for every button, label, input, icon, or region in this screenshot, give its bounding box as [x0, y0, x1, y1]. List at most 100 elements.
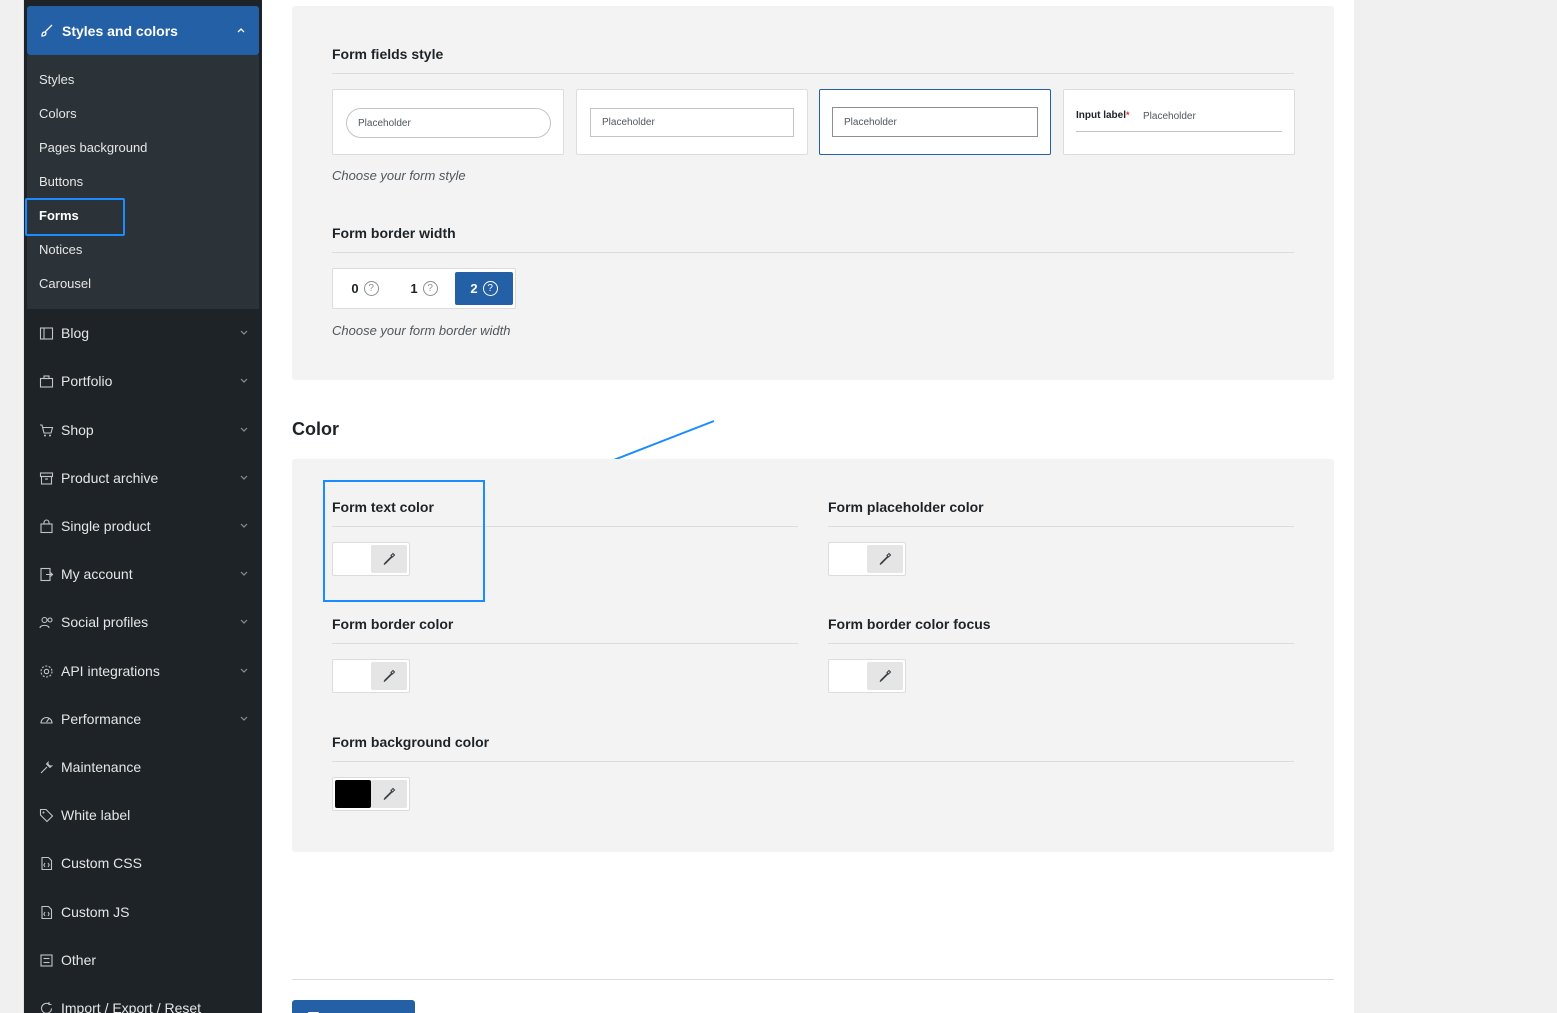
- sidebar-item-label: Performance: [61, 711, 142, 727]
- sidebar-item-other[interactable]: Other: [38, 948, 250, 972]
- people-icon: [38, 614, 54, 630]
- import-export-icon: [38, 1000, 54, 1013]
- underline: [1076, 131, 1282, 132]
- sidebar-item-label: Custom JS: [61, 904, 130, 920]
- sidebar-item-label: Shop: [61, 422, 94, 438]
- help-icon[interactable]: ?: [363, 281, 379, 296]
- form-placeholder-color-picker[interactable]: [828, 542, 906, 576]
- eyedropper-icon: [383, 669, 396, 682]
- border-width-option-0[interactable]: 0?: [337, 272, 393, 305]
- help-icon[interactable]: ?: [482, 281, 498, 296]
- chevron-down-icon: [240, 427, 248, 432]
- divider: [828, 526, 1294, 527]
- sidebar-item-shop[interactable]: Shop: [38, 418, 250, 442]
- sidebar-item-api-integrations[interactable]: API integrations: [38, 659, 250, 683]
- form-background-color-picker[interactable]: [332, 777, 410, 811]
- tag-icon: [38, 807, 54, 823]
- border-width-hint: Choose your form border width: [332, 323, 511, 338]
- css-file-icon: [38, 855, 54, 871]
- chevron-down-icon: [240, 571, 248, 576]
- bag-icon: [38, 518, 54, 534]
- sidebar-item-import-export-reset[interactable]: Import / Export / Reset: [38, 996, 250, 1013]
- sidebar-item-custom-js[interactable]: Custom JS: [38, 900, 250, 924]
- right-gutter: [1354, 0, 1557, 1013]
- sidebar-item-label: Import / Export / Reset: [61, 1000, 202, 1013]
- sidebar-item-label: Blog: [61, 325, 90, 341]
- placeholder-preview: Placeholder: [346, 108, 551, 138]
- chevron-up-icon: [237, 28, 245, 33]
- chevron-down-icon: [240, 619, 248, 624]
- form-style-option-boxed[interactable]: Placeholder: [819, 89, 1051, 155]
- sidebar-item-portfolio[interactable]: Portfolio: [38, 369, 250, 393]
- form-border-color-focus-label: Form border color focus: [828, 616, 991, 632]
- border-width-option-2[interactable]: 2?: [455, 272, 513, 305]
- chevron-down-icon: [240, 475, 248, 480]
- sidebar-item-label: White label: [61, 807, 131, 823]
- chevron-down-icon: [240, 716, 248, 721]
- sidebar-item-label: Social profiles: [61, 614, 149, 630]
- sidebar-item-label: Portfolio: [61, 373, 113, 389]
- border-width-option-1[interactable]: 1?: [396, 272, 452, 305]
- divider: [828, 643, 1294, 644]
- sidebar-item-product-archive[interactable]: Product archive: [38, 466, 250, 490]
- placeholder-preview: Placeholder: [832, 107, 1038, 137]
- eyedropper-icon: [879, 669, 892, 682]
- sidebar-item-my-account[interactable]: My account: [38, 562, 250, 586]
- sidebar-item-performance[interactable]: Performance: [38, 707, 250, 731]
- sidebar-item-label: My account: [61, 566, 133, 582]
- eyedropper-button[interactable]: [867, 545, 903, 573]
- form-style-hint: Choose your form style: [332, 168, 466, 183]
- sidebar-item-maintenance[interactable]: Maintenance: [38, 755, 250, 779]
- sidebar-item-single-product[interactable]: Single product: [38, 514, 250, 538]
- sidebar-item-buttons[interactable]: Buttons: [39, 172, 83, 192]
- form-border-color-focus-picker[interactable]: [828, 659, 906, 693]
- sidebar-item-label: Product archive: [61, 470, 159, 486]
- help-icon[interactable]: ?: [422, 281, 438, 296]
- form-border-color-picker[interactable]: [332, 659, 410, 693]
- placeholder-preview: Placeholder: [590, 108, 794, 137]
- account-icon: [38, 566, 54, 582]
- sidebar-head-label: Styles and colors: [62, 22, 178, 39]
- sidebar-item-label: Single product: [61, 518, 151, 534]
- eyedropper-button[interactable]: [371, 780, 407, 808]
- left-edge: [0, 0, 24, 1013]
- sidebar-item-social-profiles[interactable]: Social profiles: [38, 610, 250, 634]
- sidebar-item-pages-background[interactable]: Pages background: [39, 138, 147, 158]
- input-label-preview: Input label*: [1076, 110, 1130, 121]
- form-background-color-label: Form background color: [332, 734, 490, 750]
- divider: [332, 761, 1294, 762]
- color-preview: [335, 780, 371, 808]
- cart-icon: [38, 422, 54, 438]
- gauge-icon: [38, 711, 54, 727]
- form-fields-style-title: Form fields style: [332, 46, 444, 62]
- eyedropper-icon: [383, 787, 396, 800]
- sidebar-item-carousel[interactable]: Carousel: [39, 274, 91, 294]
- sidebar-item-colors[interactable]: Colors: [39, 104, 77, 124]
- form-style-option-rounded[interactable]: Placeholder: [332, 89, 564, 155]
- sidebar-item-styles-and-colors[interactable]: Styles and colors: [27, 6, 259, 55]
- briefcase-icon: [38, 373, 54, 389]
- divider: [332, 643, 798, 644]
- chevron-down-icon: [240, 378, 248, 383]
- sidebar-item-blog[interactable]: Blog: [38, 321, 250, 345]
- color-preview: [831, 545, 867, 573]
- sidebar-item-styles[interactable]: Styles: [39, 70, 74, 90]
- required-mark: *: [1126, 110, 1130, 120]
- chevron-down-icon: [240, 330, 248, 335]
- sidebar-item-notices[interactable]: Notices: [39, 240, 82, 260]
- eyedropper-icon: [879, 552, 892, 565]
- eyedropper-button[interactable]: [371, 662, 407, 690]
- brush-icon: [39, 23, 55, 39]
- sidebar-item-white-label[interactable]: White label: [38, 803, 250, 827]
- border-width-selector: 0? 1? 2?: [332, 268, 516, 309]
- form-style-option-underline[interactable]: Input label* Placeholder: [1063, 89, 1295, 155]
- form-border-width-title: Form border width: [332, 225, 456, 241]
- color-preview: [831, 662, 867, 690]
- save-button[interactable]: [292, 1000, 415, 1013]
- color-section-heading: Color: [292, 419, 339, 439]
- sidebar: Styles and colors Styles Colors Pages ba…: [24, 0, 262, 1013]
- color-preview: [335, 662, 371, 690]
- sidebar-item-custom-css[interactable]: Custom CSS: [38, 851, 250, 875]
- eyedropper-button[interactable]: [867, 662, 903, 690]
- form-style-option-square[interactable]: Placeholder: [576, 89, 808, 155]
